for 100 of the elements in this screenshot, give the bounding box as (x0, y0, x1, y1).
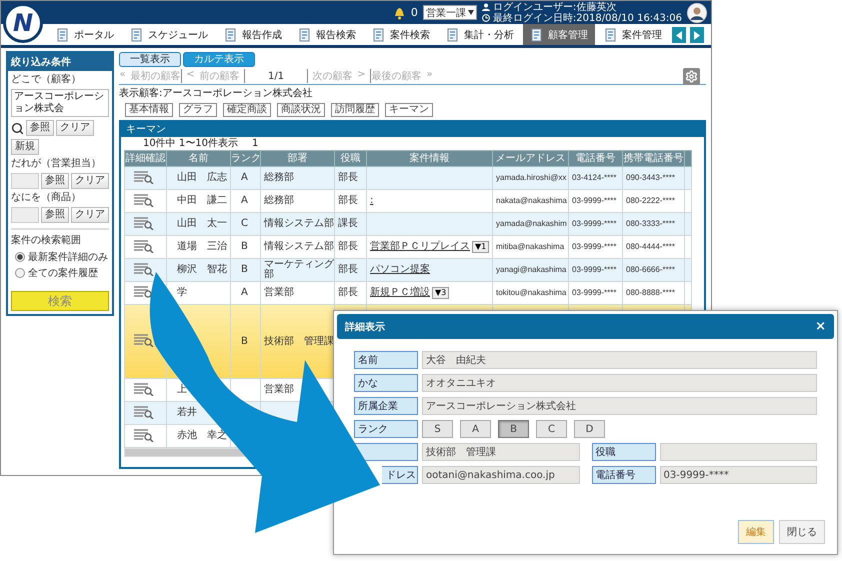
field-label: ドレス (382, 466, 418, 484)
rank-text: C (241, 219, 248, 229)
rank-option[interactable]: C (536, 420, 567, 438)
rank-option[interactable]: S (422, 420, 453, 438)
table-row[interactable]: 山田 太一 C 情報システム部 課長 yamada@nakashim 03-9999-**** 080-3333-**** (124, 212, 692, 236)
column-header: 役職 (334, 150, 366, 166)
field-label: ランク (354, 420, 418, 438)
case-link[interactable]: 新規ＰＣ増設 (370, 288, 430, 298)
radio-label[interactable]: 最新案件詳細のみ (28, 250, 108, 264)
nav-tab[interactable]: スケジュール (123, 24, 215, 45)
filter-button[interactable]: 参照 (41, 173, 69, 189)
section-button[interactable]: キーマン (385, 103, 433, 117)
column-header: 電話番号 (568, 150, 622, 166)
mobile-text: 080-8888-**** (626, 288, 675, 298)
notification-count: 0 (410, 6, 418, 19)
field-label: だれが（営業担当） (11, 158, 102, 170)
column-header: 部署 (260, 150, 334, 166)
field-value: ootani@nakashima.coo.jp (422, 466, 580, 484)
filter-button[interactable]: クリア (71, 207, 109, 223)
field-value: 03-9999-**** (660, 466, 817, 484)
rank-text: B (241, 265, 248, 275)
case-link[interactable]: 営業部ＰＣリプレイス (370, 242, 470, 252)
name-text: 上 (177, 385, 187, 395)
department-text: マーケティング部 (264, 260, 334, 280)
rank-option[interactable]: D (574, 420, 605, 438)
email-text: nakata@nakashima (496, 196, 567, 206)
page-number[interactable]: 1 (252, 137, 258, 150)
nav-tab[interactable]: 集計・分析 (439, 24, 521, 45)
last-login: 最終ログイン日時:2018/08/10 16:43:06 (492, 12, 682, 24)
new-button[interactable]: 新規 (11, 139, 39, 155)
field-value: 大谷 由紀夫 (422, 351, 817, 369)
phone-text: 03-9999-**** (572, 242, 616, 252)
table-row[interactable]: 学 A 営業部 部長 新規ＰＣ増設 ▼3 tokitou@nakashima 03-9999-**** 080-8888-**** (124, 282, 692, 304)
nav-tab[interactable]: 報告作成 (217, 24, 289, 45)
customer-name: 表示顧客:アースコーポレーション株式会社 (119, 88, 314, 100)
table-row[interactable]: 中田 謙二 A 総務部 部長 : nakata@nakashima 03-9999-**** 080-2222-**** (124, 190, 692, 212)
filter-button[interactable]: クリア (56, 120, 94, 136)
column-header: 携帯電話番号 (622, 150, 684, 166)
department-text: 総務部 (264, 196, 294, 206)
filter-button[interactable]: 参照 (41, 207, 69, 223)
nav-tab[interactable]: ポータル (49, 24, 121, 45)
rank-text: A (241, 288, 248, 298)
close-button[interactable]: × (815, 319, 826, 334)
mobile-text: 090-3443-**** (626, 173, 675, 183)
rank-option[interactable]: B (498, 420, 529, 438)
department-text: 技術部 管理課 (264, 336, 334, 346)
logo[interactable]: N (3, 3, 43, 43)
phone-text: 03-4124-**** (572, 173, 616, 183)
section-button[interactable]: 確定商談 (223, 103, 271, 117)
column-header: メールアドレス (492, 150, 568, 166)
case-count-button[interactable]: ▼3 (432, 287, 450, 299)
customer-field[interactable]: アースコーポレーション株式会 (11, 89, 109, 117)
field-value: オオタニユキオ (422, 374, 817, 392)
field-value: 技術部 管理課 (422, 443, 580, 461)
case-count-button[interactable]: ▼1 (472, 241, 490, 253)
phone-text: 03-9999-**** (572, 196, 616, 206)
department-text: 営業部 (264, 385, 294, 395)
nav-tab[interactable]: 顧客管理 (523, 24, 595, 45)
nav-tab[interactable]: 報告検索 (291, 24, 363, 45)
case-link[interactable]: : (370, 196, 374, 206)
phone-text: 03-9999-**** (572, 288, 616, 298)
dialog-title: 詳細表示 (345, 320, 385, 334)
name-text: 柳沢 智花 (177, 265, 227, 275)
name-text: 中田 謙二 (177, 196, 227, 206)
column-header: 詳細確認 (124, 150, 166, 166)
rank-text: A (241, 173, 248, 183)
mobile-text: 080-3333-**** (626, 219, 675, 229)
view-tab[interactable]: 一覧表示 (119, 52, 181, 67)
department-select[interactable]: 営業一課 (422, 5, 477, 20)
panel-title: キーマン (121, 122, 704, 137)
mobile-text: 080-4444-**** (626, 242, 675, 252)
nav-tab[interactable]: 案件管理 (597, 24, 669, 45)
mobile-text: 080-6666-**** (626, 265, 675, 275)
filter-button[interactable]: クリア (71, 173, 109, 189)
name-text: 道場 三治 (177, 242, 227, 252)
field-value: アースコーポレーション株式会社 (422, 397, 817, 415)
section-button[interactable]: 商談状況 (277, 103, 325, 117)
close-dialog-button[interactable]: 閉じる (779, 520, 825, 544)
table-row[interactable]: 山田 広志 A 総務部 部長 yamada.hiroshi@xx 03-4124-**** 090-3443-**** (124, 166, 692, 190)
role-text: 部長 (338, 242, 358, 252)
section-button[interactable]: 基本情報 (125, 103, 173, 117)
column-header: ランク (230, 150, 260, 166)
pager-link[interactable]: 1/1 (245, 70, 307, 82)
nav-tab[interactable]: 案件検索 (365, 24, 437, 45)
radio-label[interactable]: 全ての案件履歴 (28, 266, 98, 280)
department-text: 情報システム部 (264, 242, 334, 252)
section-button[interactable]: 訪問履歴 (331, 103, 379, 117)
section-button[interactable]: グラフ (179, 103, 217, 117)
email-text: yamada@nakashim (496, 219, 567, 229)
role-text: 部長 (338, 288, 358, 298)
column-header: 案件情報 (366, 150, 492, 166)
department-text: 情報システム部 (264, 219, 334, 229)
filter-button[interactable]: 参照 (26, 120, 54, 136)
field-label: 所属企業 (354, 397, 418, 415)
name-text: 赤池 幸之 (177, 431, 227, 441)
email-text: tokitou@nakashima (496, 288, 566, 298)
field-label: かな (354, 374, 418, 392)
phone-text: 03-9999-**** (572, 219, 616, 229)
rank-option[interactable]: A (460, 420, 491, 438)
table-row[interactable]: 道場 三治 B 情報システム部 部長 営業部ＰＣリプレイス ▼1 mitiba@nakashima 03-9999-**** 080-4444-**** (124, 236, 692, 258)
